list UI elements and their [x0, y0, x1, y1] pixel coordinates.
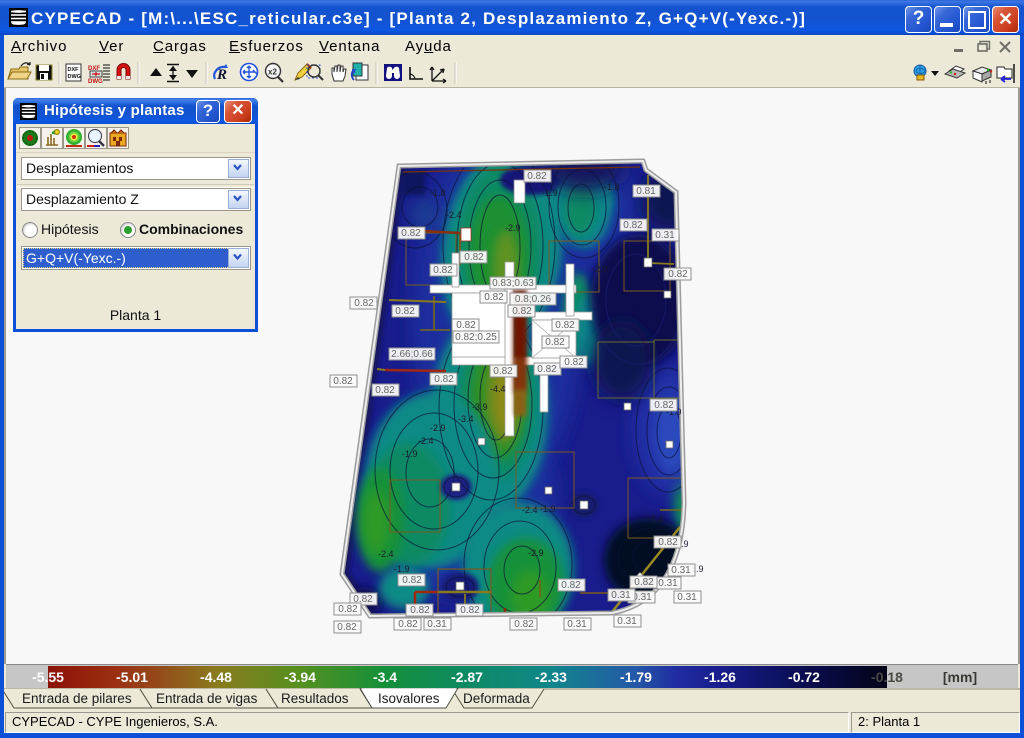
svg-text:-3.9: -3.9 — [472, 402, 488, 412]
svg-text:0.82: 0.82 — [623, 220, 643, 231]
svg-text:0.31: 0.31 — [611, 590, 631, 601]
svg-text:0.82: 0.82 — [634, 577, 654, 588]
svg-text:0.31: 0.31 — [567, 619, 587, 630]
svg-text:0.82: 0.82 — [398, 619, 418, 630]
svg-text:Isovalores: Isovalores — [378, 691, 440, 706]
svg-text:0.81: 0.81 — [636, 186, 656, 197]
svg-text:-2.9: -2.9 — [592, 264, 608, 274]
svg-text:0.31: 0.31 — [658, 578, 678, 589]
svg-text:0.82: 0.82 — [514, 619, 534, 630]
svg-text:0.82: 0.82 — [668, 269, 688, 280]
svg-text:-1.4: -1.4 — [648, 514, 664, 524]
svg-text:0.82: 0.82 — [395, 306, 415, 317]
svg-text:0.82: 0.82 — [401, 228, 421, 239]
svg-text:0.82: 0.82 — [561, 580, 581, 591]
svg-text:-2.4: -2.4 — [418, 436, 434, 446]
svg-text:0.82: 0.82 — [654, 400, 674, 411]
svg-text:0.31: 0.31 — [677, 592, 697, 603]
svg-text:0.82: 0.82 — [658, 537, 678, 548]
svg-text:-1.9: -1.9 — [540, 504, 556, 514]
svg-text:-1.8: -1.8 — [604, 182, 620, 192]
svg-text:0.31: 0.31 — [617, 616, 637, 627]
svg-text:0.82: 0.82 — [410, 605, 430, 616]
svg-text:-2.9: -2.9 — [430, 423, 446, 433]
svg-text:0.31: 0.31 — [655, 230, 675, 241]
svg-text:0.83;0.63: 0.83;0.63 — [492, 278, 534, 289]
svg-text:0.8;0.26: 0.8;0.26 — [515, 294, 552, 305]
svg-text:-2.4: -2.4 — [522, 505, 538, 515]
svg-text:0.82: 0.82 — [337, 622, 357, 633]
svg-text:0.31: 0.31 — [427, 619, 447, 630]
svg-text:-1.8: -1.8 — [430, 188, 446, 198]
svg-text:-1.9: -1.9 — [394, 564, 410, 574]
svg-text:0.82: 0.82 — [460, 605, 480, 616]
svg-text:Deformada: Deformada — [463, 691, 530, 706]
svg-text:0.82: 0.82 — [338, 604, 358, 615]
svg-text:0.82: 0.82 — [527, 171, 547, 182]
svg-text:0.82: 0.82 — [402, 575, 422, 586]
svg-text:-3.4: -3.4 — [458, 414, 474, 424]
svg-text:0.82: 0.82 — [375, 385, 395, 396]
svg-text:0.82: 0.82 — [555, 320, 575, 331]
svg-text:0.82: 0.82 — [545, 337, 565, 348]
svg-text:0.82: 0.82 — [434, 374, 454, 385]
svg-text:0.82: 0.82 — [537, 364, 557, 375]
svg-text:-2.9: -2.9 — [528, 548, 544, 558]
svg-text:0.82: 0.82 — [512, 306, 532, 317]
svg-text:0.31: 0.31 — [671, 565, 691, 576]
svg-text:0.82: 0.82 — [464, 252, 484, 263]
svg-text:0.82: 0.82 — [333, 376, 353, 387]
svg-text:Entrada de pilares: Entrada de pilares — [22, 691, 132, 706]
svg-text:0.82: 0.82 — [484, 292, 504, 303]
svg-text:0.82;0.25: 0.82;0.25 — [455, 332, 497, 343]
svg-text:Resultados: Resultados — [281, 691, 349, 706]
svg-text:-4.4: -4.4 — [490, 384, 506, 394]
svg-text:0.82: 0.82 — [354, 298, 374, 309]
svg-text:0.82: 0.82 — [493, 366, 513, 377]
svg-text:-2.4: -2.4 — [378, 549, 394, 559]
svg-text:2.66;0.66: 2.66;0.66 — [391, 349, 433, 360]
svg-text:-1.9: -1.9 — [402, 449, 418, 459]
svg-text:-2.4: -2.4 — [446, 210, 462, 220]
svg-text:0.82: 0.82 — [433, 265, 453, 276]
svg-text:0.82: 0.82 — [564, 357, 584, 368]
svg-text:-1.9: -1.9 — [542, 188, 558, 198]
svg-text:0.82: 0.82 — [456, 320, 476, 331]
svg-text:-2.9: -2.9 — [505, 223, 521, 233]
svg-text:Entrada de vigas: Entrada de vigas — [156, 691, 258, 706]
